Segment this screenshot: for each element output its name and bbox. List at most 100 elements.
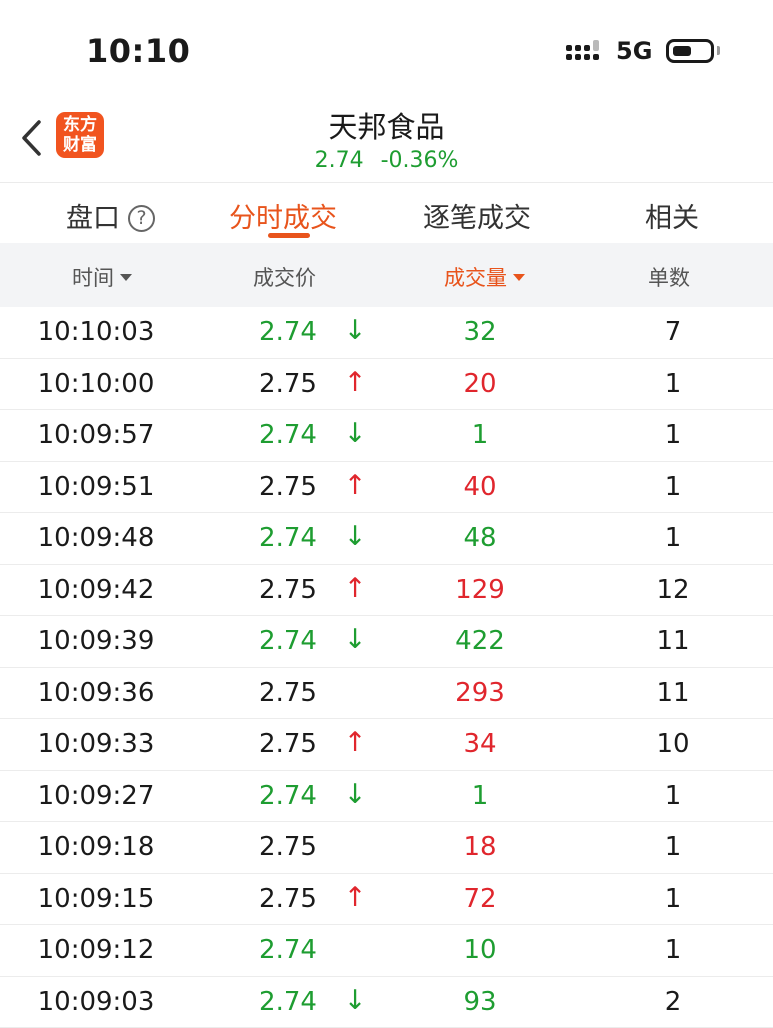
trade-volume: 40 xyxy=(390,472,570,502)
trade-time: 10:09:18 xyxy=(0,832,192,862)
table-row[interactable]: 10:09:422.75↑12912 xyxy=(0,565,773,617)
help-icon[interactable]: ? xyxy=(128,205,155,232)
trade-time: 10:10:03 xyxy=(0,317,192,347)
table-row[interactable]: 10:09:122.74101 xyxy=(0,925,773,977)
trade-time: 10:09:51 xyxy=(0,472,192,502)
trade-price: 2.74 xyxy=(200,935,376,965)
trade-volume: 48 xyxy=(390,523,570,553)
down-arrow-icon: ↓ xyxy=(340,779,370,810)
table-row[interactable]: 10:09:572.74↓11 xyxy=(0,410,773,462)
column-volume-header[interactable]: 成交量 xyxy=(444,262,525,292)
status-time: 10:10 xyxy=(86,32,190,70)
table-row[interactable]: 10:09:482.74↓481 xyxy=(0,513,773,565)
trade-time: 10:09:42 xyxy=(0,575,192,605)
down-arrow-icon: ↓ xyxy=(340,985,370,1016)
table-row[interactable]: 10:09:032.74↓932 xyxy=(0,977,773,1028)
trade-count: 11 xyxy=(580,678,766,708)
trade-volume: 1 xyxy=(390,781,570,811)
trade-time: 10:09:15 xyxy=(0,884,192,914)
table-header: 时间 成交价 成交量 单数 xyxy=(0,243,773,307)
up-arrow-icon: ↑ xyxy=(340,367,370,398)
tab-order-book-label: 盘口 xyxy=(66,203,120,234)
trade-time: 10:09:57 xyxy=(0,420,192,450)
trade-count: 1 xyxy=(580,884,766,914)
trade-time: 10:09:36 xyxy=(0,678,192,708)
trade-time: 10:09:03 xyxy=(0,987,192,1017)
table-row[interactable]: 10:09:36 2.75 293 11 xyxy=(0,668,773,720)
trade-volume: 18 xyxy=(390,832,570,862)
trade-count: 1 xyxy=(580,935,766,965)
stock-change-pct: -0.36% xyxy=(381,148,459,173)
down-arrow-icon: ↓ xyxy=(340,521,370,552)
table-row[interactable]: 10:09:272.74↓11 xyxy=(0,771,773,823)
column-volume-label: 成交量 xyxy=(444,266,507,290)
trade-count: 11 xyxy=(580,626,766,656)
sort-caret-icon xyxy=(513,274,525,281)
trade-time: 10:09:39 xyxy=(0,626,192,656)
tab-minute-trades[interactable]: 分时成交 xyxy=(229,196,337,235)
trade-price: 2.75 xyxy=(200,678,376,708)
battery-tip xyxy=(717,46,720,55)
trade-count: 1 xyxy=(580,472,766,502)
trade-volume: 20 xyxy=(390,369,570,399)
status-bar: 10:10 5G xyxy=(0,0,773,96)
nav-bar: 东方 财富 天邦食品 2.74 -0.36% xyxy=(0,96,773,183)
trade-volume: 293 xyxy=(390,678,570,708)
trade-count: 1 xyxy=(580,781,766,811)
active-tab-indicator xyxy=(268,233,310,238)
trade-time: 10:09:33 xyxy=(0,729,192,759)
trade-volume: 129 xyxy=(390,575,570,605)
table-row[interactable]: 10:09:392.74↓42211 xyxy=(0,616,773,668)
trade-time: 10:10:00 xyxy=(0,369,192,399)
trade-volume: 34 xyxy=(390,729,570,759)
up-arrow-icon: ↑ xyxy=(340,470,370,501)
trade-volume: 72 xyxy=(390,884,570,914)
column-count-header: 单数 xyxy=(648,262,690,292)
table-row[interactable]: 10:09:18 2.75 18 1 xyxy=(0,822,773,874)
up-arrow-icon: ↑ xyxy=(340,727,370,758)
column-price-header: 成交价 xyxy=(253,262,316,292)
trade-volume: 1 xyxy=(390,420,570,450)
trade-count: 1 xyxy=(580,832,766,862)
trade-count: 7 xyxy=(580,317,766,347)
trade-count: 1 xyxy=(580,523,766,553)
table-row[interactable]: 10:10:002.75↑201 xyxy=(0,359,773,411)
network-type: 5G xyxy=(616,37,652,65)
trade-volume: 93 xyxy=(390,987,570,1017)
table-row[interactable]: 10:09:332.75↑3410 xyxy=(0,719,773,771)
trade-count: 1 xyxy=(580,420,766,450)
trade-count: 1 xyxy=(580,369,766,399)
signal-icon xyxy=(566,40,604,64)
trade-volume: 422 xyxy=(390,626,570,656)
sort-caret-icon xyxy=(120,274,132,281)
table-row[interactable]: 10:10:032.74↓327 xyxy=(0,307,773,359)
trade-time: 10:09:27 xyxy=(0,781,192,811)
up-arrow-icon: ↑ xyxy=(340,573,370,604)
column-time-header[interactable]: 时间 xyxy=(72,262,132,292)
up-arrow-icon: ↑ xyxy=(340,882,370,913)
trade-time: 10:09:12 xyxy=(0,935,192,965)
trade-count: 12 xyxy=(580,575,766,605)
trade-volume: 32 xyxy=(390,317,570,347)
stock-quote: 2.74 -0.36% xyxy=(0,148,773,173)
trade-count: 2 xyxy=(580,987,766,1017)
trade-time: 10:09:48 xyxy=(0,523,192,553)
down-arrow-icon: ↓ xyxy=(340,624,370,655)
column-price-label: 成交价 xyxy=(253,266,316,290)
tab-order-book[interactable]: 盘口? xyxy=(66,196,155,235)
table-row[interactable]: 10:09:512.75↑401 xyxy=(0,462,773,514)
trade-price: 2.75 xyxy=(200,832,376,862)
down-arrow-icon: ↓ xyxy=(340,418,370,449)
tab-tick-trades[interactable]: 逐笔成交 xyxy=(423,196,531,235)
stock-name: 天邦食品 xyxy=(0,104,773,146)
tab-related[interactable]: 相关 xyxy=(645,196,699,235)
trade-list: 10:10:03 2.74 ↓ 32 7 10:10:00 2.75 ↑ 20 1 10:09:57… xyxy=(0,307,773,1028)
trade-count: 10 xyxy=(580,729,766,759)
down-arrow-icon: ↓ xyxy=(340,315,370,346)
tab-bar: 盘口? 分时成交 逐笔成交 相关 xyxy=(0,183,773,243)
table-row[interactable]: 10:09:152.75↑721 xyxy=(0,874,773,926)
column-count-label: 单数 xyxy=(648,266,690,290)
battery-icon xyxy=(666,39,714,63)
stock-price: 2.74 xyxy=(315,148,364,173)
column-time-label: 时间 xyxy=(72,266,114,290)
